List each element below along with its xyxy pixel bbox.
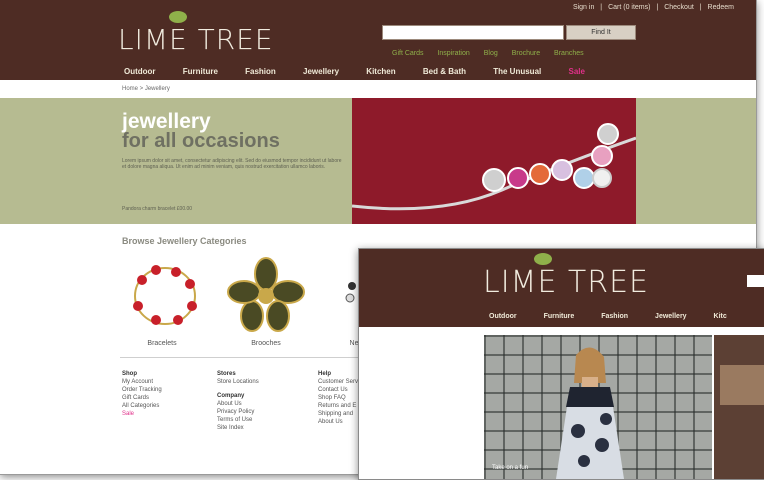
nav-furniture[interactable]: Furniture [183,67,218,76]
logo-text: LIME TREE [483,265,650,300]
subnav-blog[interactable]: Blog [484,50,498,57]
fashion-hero-photo[interactable]: Take on a fun [484,335,712,479]
footer-link[interactable]: Shop FAQ [318,394,358,402]
category-bracelets[interactable]: Bracelets [122,340,202,347]
charm-bracelet-illustration [351,123,637,211]
separator: | [699,4,702,11]
subnav-branches[interactable]: Branches [554,50,584,57]
limetree-logo[interactable]: LIME TREE [483,253,650,300]
footer-stores-column: Stores Store Locations Company About Us … [217,370,259,432]
subnav-inspiration[interactable]: Inspiration [437,50,469,57]
separator: | [656,4,659,11]
nav-jewellery[interactable]: Jewellery [303,67,339,76]
footer-link[interactable]: Order Tracking [122,386,162,394]
banner-price-line[interactable]: Pandora charm bracelet £00.00 [122,206,192,212]
top-links: Sign in | Cart (0 items) | Checkout | Re… [569,4,734,11]
subnav-gift-cards[interactable]: Gift Cards [392,50,424,57]
breadcrumb[interactable]: Home > Jewellery [122,86,170,92]
footer-shop-column: Shop My Account Order Tracking Gift Card… [122,370,162,418]
footer-link[interactable]: Shipping and [318,410,358,418]
chair-shape [720,365,764,405]
search-input[interactable] [382,25,564,40]
footer-help-heading: Help [318,371,332,377]
sub-nav: Gift Cards Inspiration Blog Brochure Bra… [392,50,596,57]
nav-kitchen[interactable]: Kitc [714,313,727,320]
checkout-link[interactable]: Checkout [664,4,694,11]
nav-sale[interactable]: Sale [568,67,584,76]
search-input[interactable] [747,275,764,287]
limetree-logo[interactable]: LIME TREE [118,11,274,56]
footer-divider [120,357,360,358]
banner-subtitle: for all occasions [122,130,280,152]
footer-link[interactable]: All Categories [122,402,162,410]
lime-leaf-icon [534,253,552,265]
browse-heading: Browse Jewellery Categories [122,236,247,246]
brooch-category-image[interactable] [226,256,306,334]
banner-body-text: Lorem ipsum dolor sit amet, consectetur … [122,158,342,170]
nav-furniture[interactable]: Furniture [544,313,575,320]
nav-fashion[interactable]: Fashion [245,67,276,76]
nav-kitchen[interactable]: Kitchen [366,67,395,76]
furniture-photo[interactable] [714,335,764,479]
footer-stores-heading: Stores [217,371,236,377]
find-it-button[interactable]: Find It [566,25,636,40]
sign-in-link[interactable]: Sign in [573,4,594,11]
footer-link[interactable]: My Account [122,378,162,386]
footer-sale-link[interactable]: Sale [122,410,162,418]
site-header: Sign in | Cart (0 items) | Checkout | Re… [0,0,756,80]
necklace-category-image[interactable] [340,268,360,328]
footer-help-column: Help Customer Serv Contact Us Shop FAQ R… [318,370,358,426]
footer-link[interactable]: About Us [318,418,358,426]
footer-shop-heading: Shop [122,371,137,377]
footer-link[interactable]: Store Locations [217,378,259,386]
nav-jewellery[interactable]: Jewellery [655,313,687,320]
model-figure [556,347,624,479]
photo-caption: Take on a fun [492,465,529,471]
nav-fashion[interactable]: Fashion [601,313,628,320]
main-nav: Outdoor Furniture Fashion Jewellery Kitc [489,313,752,320]
footer-link[interactable]: Privacy Policy [217,408,259,416]
cart-link[interactable]: Cart (0 items) [608,4,650,11]
footer-link[interactable]: Returns and E [318,402,358,410]
main-nav: Outdoor Furniture Fashion Jewellery Kitc… [124,67,610,76]
footer-link[interactable]: Contact Us [318,386,358,394]
bracelet-image[interactable] [351,98,637,224]
footer-link[interactable]: Site Index [217,424,259,432]
lime-leaf-icon [169,11,187,23]
nav-outdoor[interactable]: Outdoor [124,67,156,76]
footer-link[interactable]: About Us [217,400,259,408]
footer-link[interactable]: Gift Cards [122,394,162,402]
nav-bed-bath[interactable]: Bed & Bath [423,67,466,76]
separator: | [600,4,603,11]
site-header: LIME TREE Outdoor Furniture Fashion Jewe… [359,249,764,327]
bracelet-category-image[interactable] [120,256,210,334]
fashion-page-window: LIME TREE Outdoor Furniture Fashion Jewe… [358,248,764,480]
subnav-brochure[interactable]: Brochure [512,50,540,57]
footer-link[interactable]: Customer Serv [318,378,358,386]
nav-the-unusual[interactable]: The Unusual [493,67,541,76]
nav-outdoor[interactable]: Outdoor [489,313,517,320]
category-brooches[interactable]: Brooches [226,340,306,347]
redeem-link[interactable]: Redeem [708,4,734,11]
footer-link[interactable]: Terms of Use [217,416,259,424]
footer-company-heading: Company [217,393,245,399]
logo-text: LIME TREE [118,23,274,56]
